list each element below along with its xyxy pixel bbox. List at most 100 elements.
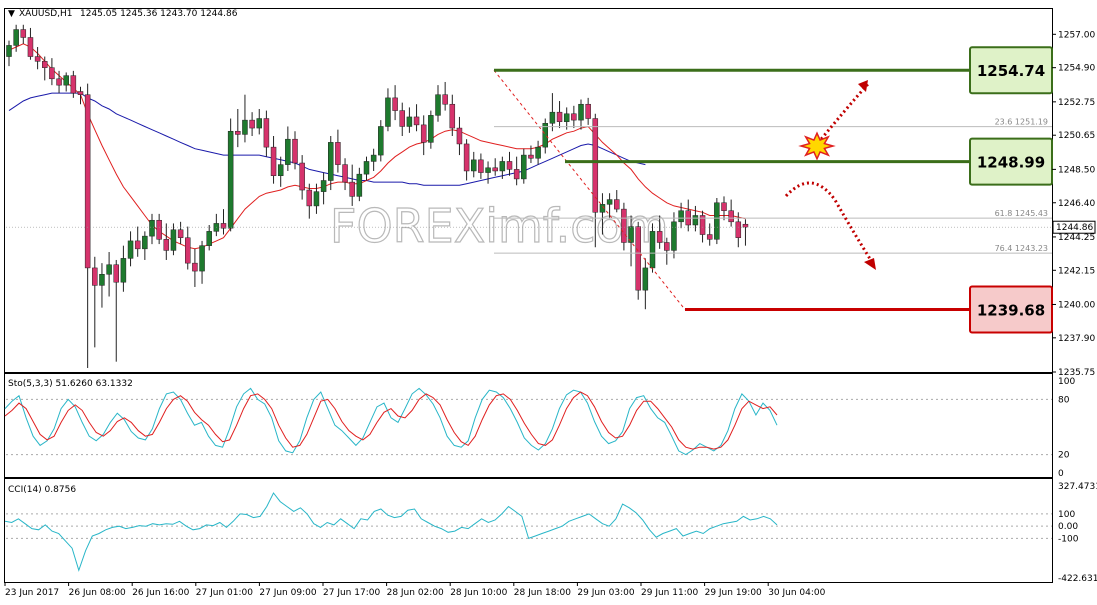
candle-bullish: [256, 118, 262, 129]
candle-bearish: [134, 240, 141, 250]
time-axis-label: 28 Jun 02:00: [387, 588, 444, 598]
candle-bullish: [142, 235, 148, 250]
candle-bullish: [578, 103, 584, 121]
candle-bearish: [442, 94, 448, 105]
candle-bearish: [571, 113, 577, 121]
candle-bullish: [671, 221, 677, 251]
candle-bearish: [556, 111, 563, 122]
stochastic-axis-label: 100: [1058, 377, 1075, 387]
stochastic-axis-label: 20: [1058, 451, 1070, 461]
candle-bullish: [678, 210, 684, 223]
candle-bearish: [392, 97, 398, 111]
candle-bearish: [235, 130, 241, 135]
fibonacci-level-label: 76.4 1243.23: [995, 244, 1048, 253]
stochastic-panel-frame: [4, 373, 1053, 478]
candle-bullish: [242, 119, 248, 135]
candle-bullish: [563, 113, 570, 122]
candle-bullish: [406, 116, 413, 127]
candle-bullish: [206, 231, 212, 246]
candle-bullish: [13, 29, 19, 46]
candle-bullish: [227, 130, 234, 229]
candle-bearish: [664, 242, 670, 251]
price-axis-label: 1257.00: [1058, 30, 1095, 40]
candle-bullish: [499, 161, 506, 172]
candle-bearish: [27, 37, 34, 57]
trading-chart[interactable]: FOREXimf.com 23.6 1251.1961.8 1245.4376.…: [0, 0, 1097, 605]
candle-bullish: [642, 267, 649, 291]
price-axis-label: 1254.90: [1058, 64, 1095, 74]
price-axis-label: 1252.75: [1058, 98, 1095, 108]
price-axis-label: 1237.90: [1058, 334, 1095, 344]
breakout-burst-icon: [798, 131, 836, 161]
candle-bullish: [370, 154, 377, 162]
time-axis-label: 28 Jun 18:00: [514, 588, 571, 598]
candle-bearish: [77, 91, 84, 95]
candle-bearish: [635, 226, 641, 291]
resistance-1-label: 1254.74: [977, 62, 1045, 80]
price-axis-label: 1244.25: [1058, 233, 1095, 243]
candle-bullish: [106, 264, 112, 275]
candle-bearish: [506, 161, 513, 170]
time-axis-label: 26 Jun 16:00: [132, 588, 189, 598]
candle-bearish: [513, 169, 520, 180]
candle-bearish: [42, 61, 48, 68]
candle-bearish: [721, 202, 727, 211]
cci-axis-label: 327.4731: [1058, 482, 1097, 492]
candle-bullish: [435, 94, 441, 116]
candle-bullish: [649, 231, 656, 269]
candle-bullish: [170, 229, 177, 251]
cci-axis-label: 100: [1058, 510, 1075, 520]
time-axis-label: 28 Jun 10:00: [450, 588, 507, 598]
fibonacci-level-label: 61.8 1245.43: [995, 209, 1048, 218]
candle-bullish: [535, 146, 541, 159]
stochastic-title: Sto(5,3,3) 51.6260 63.1332: [8, 379, 133, 389]
candle-bullish: [149, 219, 155, 237]
price-axis-label: 1240.00: [1058, 300, 1095, 310]
chart-header-arrow[interactable]: ▼: [8, 9, 15, 19]
resistance-2-label: 1248.99: [977, 154, 1045, 172]
cci-axis-label: 0.00: [1058, 522, 1078, 532]
candle-bearish: [592, 118, 599, 213]
time-axis-label: 30 Jun 04:00: [768, 588, 825, 598]
candle-bearish: [34, 56, 41, 62]
candle-bearish: [420, 124, 427, 143]
candle-bullish: [385, 97, 391, 127]
cci-title: CCI(14) 0.8756: [8, 485, 76, 495]
ohlc-label: 1245.05 1245.36 1243.70 1244.86: [80, 9, 238, 19]
candle-bullish: [285, 138, 291, 165]
candle-bearish: [70, 75, 77, 94]
price-panel-frame: [4, 8, 1053, 373]
candle-bearish: [84, 94, 91, 269]
symbol-label: XAUUSD,H1: [19, 9, 73, 19]
candle-bearish: [56, 78, 62, 86]
candle-bullish: [99, 274, 105, 286]
candle-bullish: [328, 142, 334, 181]
candle-bullish: [378, 126, 384, 156]
candle-bearish: [263, 118, 270, 148]
candle-bearish: [92, 267, 98, 286]
candle-bearish: [342, 164, 348, 183]
candle-bearish: [413, 116, 420, 126]
time-axis-label: 26 Jun 08:00: [69, 588, 126, 598]
candle-bullish: [363, 161, 370, 175]
cci-axis-label: -422.6316: [1058, 574, 1097, 584]
fibonacci-level-label: 23.6 1251.19: [995, 118, 1048, 127]
candle-bearish: [49, 67, 55, 80]
candle-bearish: [449, 103, 456, 129]
candle-bullish: [120, 258, 127, 283]
candle-bullish: [313, 191, 320, 207]
candle-bearish: [156, 219, 162, 240]
candle-bearish: [292, 138, 298, 164]
support-1-label: 1239.68: [977, 302, 1045, 320]
candle-bearish: [735, 221, 742, 238]
candle-bearish: [270, 146, 277, 176]
candle-bearish: [742, 223, 749, 228]
candle-bearish: [185, 237, 191, 264]
candle-bearish: [177, 229, 184, 238]
candle-bullish: [692, 215, 699, 226]
candle-bearish: [585, 103, 591, 119]
candle-bearish: [163, 239, 170, 251]
candle-bullish: [6, 45, 12, 57]
candle-bullish: [127, 240, 134, 259]
price-axis-label: 1248.50: [1058, 165, 1095, 175]
